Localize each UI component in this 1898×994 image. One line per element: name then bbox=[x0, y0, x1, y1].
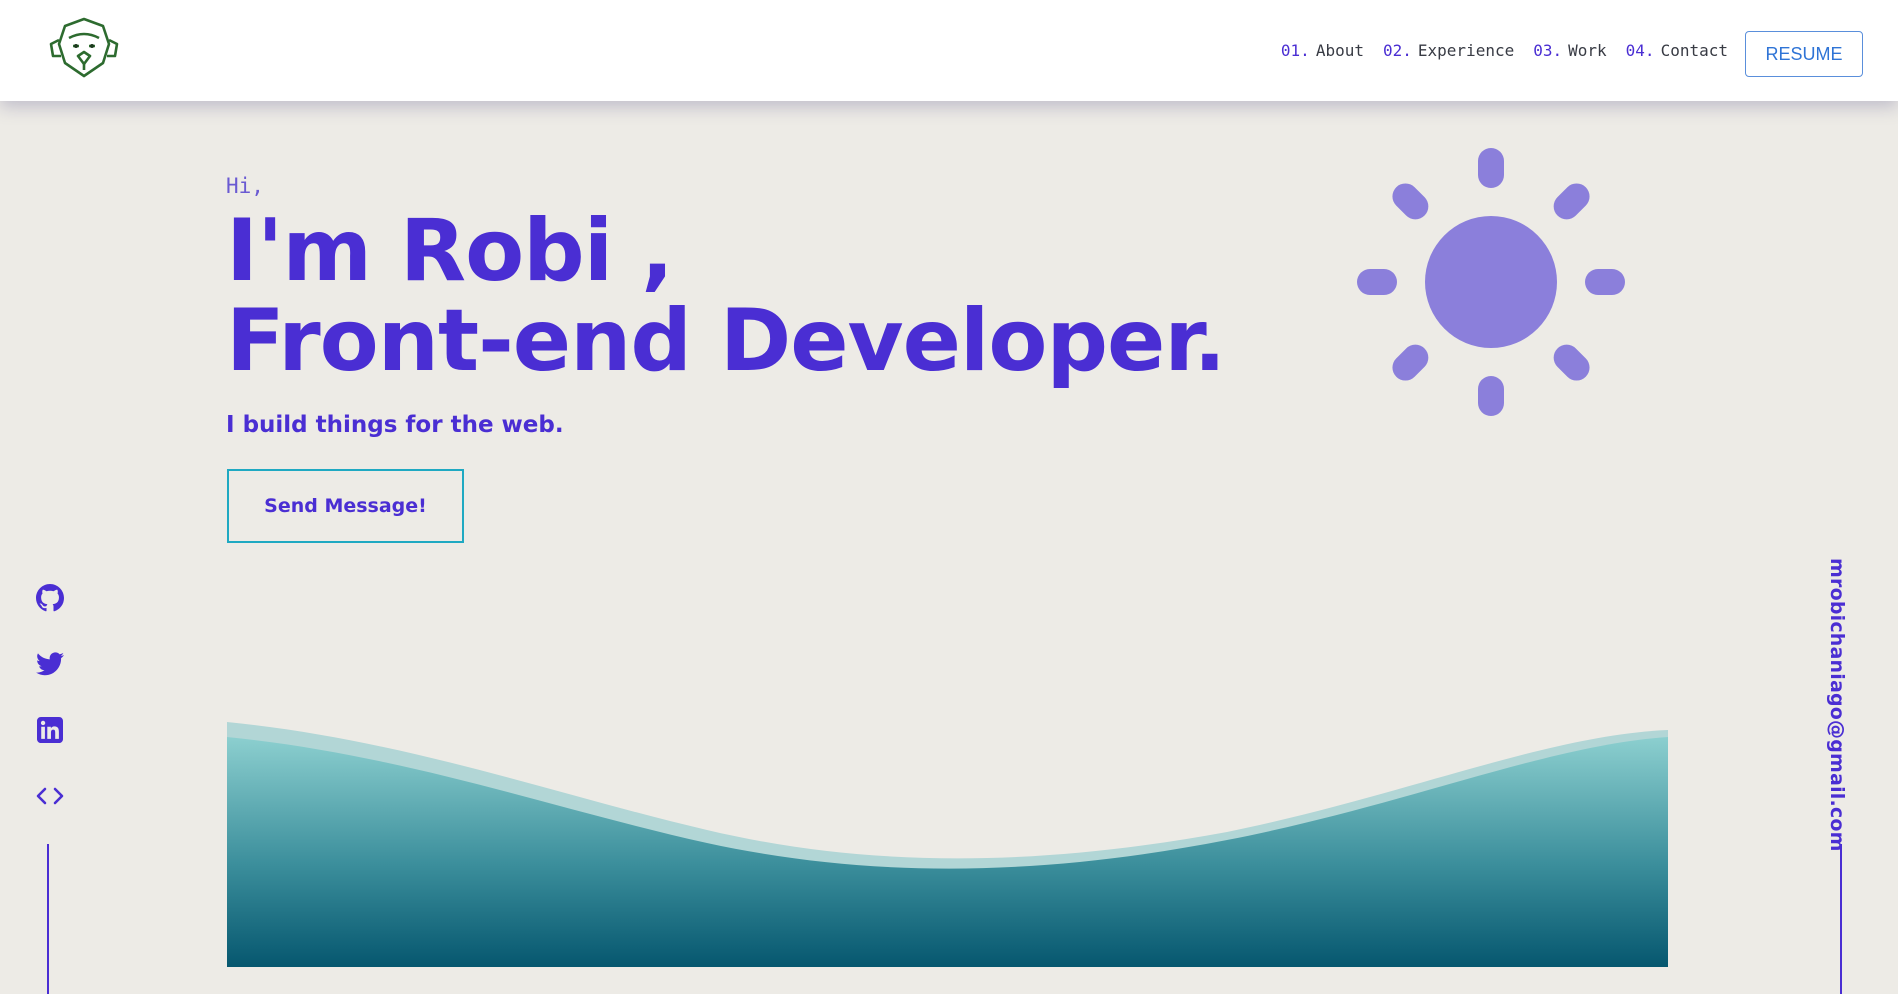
tagline: I build things for the web. bbox=[226, 412, 564, 438]
wave-illustration bbox=[227, 722, 1668, 967]
sun-icon[interactable] bbox=[1355, 146, 1627, 418]
linkedin-icon[interactable] bbox=[34, 714, 66, 746]
hero-title: I'm Robi , Front-end Developer. bbox=[226, 206, 1226, 386]
nav-number: 01. bbox=[1280, 41, 1310, 60]
greeting: Hi, bbox=[226, 174, 264, 198]
site-header: 01. About 02. Experience 03. Work 04. Co… bbox=[0, 0, 1898, 101]
nav-label: Work bbox=[1568, 41, 1607, 60]
nav-item-work[interactable]: 03. Work bbox=[1533, 41, 1606, 60]
lion-head-logo-icon[interactable] bbox=[45, 16, 123, 80]
nav-item-about[interactable]: 01. About bbox=[1281, 41, 1364, 60]
email-link[interactable]: mrobichaniago@gmail.com bbox=[1826, 558, 1848, 852]
main-nav: 01. About 02. Experience 03. Work 04. Co… bbox=[1281, 41, 1728, 60]
nav-label: About bbox=[1315, 41, 1364, 60]
nav-number: 02. bbox=[1382, 41, 1412, 60]
github-icon[interactable] bbox=[34, 582, 66, 614]
hero-title-line1: I'm Robi , bbox=[226, 201, 674, 301]
nav-label: Experience bbox=[1417, 41, 1515, 60]
resume-button[interactable]: RESUME bbox=[1745, 31, 1863, 77]
right-rail-line bbox=[1840, 844, 1842, 994]
nav-item-contact[interactable]: 04. Contact bbox=[1626, 41, 1728, 60]
hero-title-line2: Front-end Developer. bbox=[226, 291, 1226, 391]
send-message-button[interactable]: Send Message! bbox=[227, 469, 464, 543]
nav-label: Contact bbox=[1660, 41, 1728, 60]
code-icon[interactable] bbox=[34, 780, 66, 812]
nav-number: 04. bbox=[1625, 41, 1655, 60]
nav-item-experience[interactable]: 02. Experience bbox=[1383, 41, 1514, 60]
twitter-icon[interactable] bbox=[34, 648, 66, 680]
nav-number: 03. bbox=[1533, 41, 1563, 60]
left-rail-line bbox=[47, 844, 49, 994]
